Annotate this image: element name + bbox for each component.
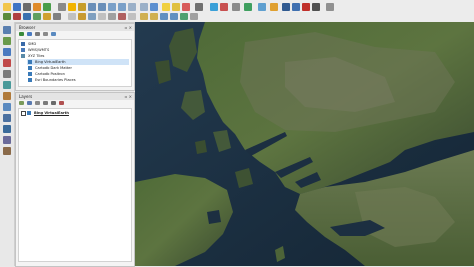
panel-float-close-icon[interactable]: ▫ × bbox=[125, 24, 132, 31]
map-tips-icon[interactable] bbox=[244, 3, 252, 11]
ruler-icon[interactable] bbox=[312, 3, 320, 11]
browser-panel-title: Browser ▫ × bbox=[16, 24, 134, 31]
collapse-all-icon[interactable] bbox=[43, 32, 48, 36]
add-polygon-icon[interactable] bbox=[3, 59, 11, 67]
add-feature-icon[interactable] bbox=[98, 13, 106, 20]
show-bookmarks-icon[interactable] bbox=[270, 3, 278, 11]
text-annotation-icon[interactable] bbox=[282, 3, 290, 11]
new-layer-icon[interactable] bbox=[23, 3, 31, 11]
save-project-icon[interactable] bbox=[13, 3, 21, 11]
layer-checkbox[interactable] bbox=[21, 111, 26, 116]
layers-panel: Layers ▫ × Bing VirtualEarth bbox=[15, 92, 135, 267]
refresh-icon[interactable] bbox=[150, 3, 158, 11]
settings-icon[interactable] bbox=[326, 3, 334, 11]
xyz-tiles-icon bbox=[21, 54, 25, 58]
add-delimited-icon[interactable] bbox=[53, 13, 61, 20]
zoom-layer-icon[interactable] bbox=[118, 3, 126, 11]
layout-icon[interactable] bbox=[33, 3, 41, 11]
move-feature-icon[interactable] bbox=[3, 70, 11, 78]
add-group-icon[interactable] bbox=[27, 101, 32, 105]
vertex-tool-icon[interactable] bbox=[108, 13, 116, 20]
tile-layer-icon bbox=[28, 60, 32, 64]
expand-all-icon[interactable] bbox=[51, 101, 56, 105]
tile-layer-icon bbox=[27, 111, 31, 115]
simplify-icon[interactable] bbox=[3, 92, 11, 100]
browser-panel: Browser ▫ × SMD WMS/WMTS XYZ Tiles Bing … bbox=[15, 23, 135, 91]
select-icon[interactable] bbox=[172, 3, 180, 11]
label-change-icon[interactable] bbox=[170, 13, 178, 20]
diagram-icon[interactable] bbox=[180, 13, 188, 20]
left-tool-column bbox=[0, 22, 15, 266]
python-console-icon[interactable] bbox=[292, 3, 300, 11]
layer-styling-icon[interactable] bbox=[19, 101, 24, 105]
remove-layer-icon[interactable] bbox=[59, 101, 64, 105]
pan-hand-icon[interactable] bbox=[68, 3, 76, 11]
refresh-browser-icon[interactable] bbox=[27, 32, 32, 36]
layers-toolbar bbox=[16, 100, 134, 106]
add-line-icon[interactable] bbox=[3, 48, 11, 56]
delete-ring-icon[interactable] bbox=[3, 136, 11, 144]
delete-part-icon[interactable] bbox=[3, 147, 11, 155]
satellite-map-image bbox=[135, 22, 474, 266]
fill-ring-icon[interactable] bbox=[3, 125, 11, 133]
field-calculator-icon[interactable] bbox=[210, 3, 218, 11]
wms-icon bbox=[21, 48, 25, 52]
zoom-in-icon[interactable] bbox=[88, 3, 96, 11]
zoom-out-icon[interactable] bbox=[98, 3, 106, 11]
filter-legend-icon[interactable] bbox=[43, 101, 48, 105]
add-vector-icon[interactable] bbox=[3, 13, 11, 20]
zoom-last-icon[interactable] bbox=[128, 3, 136, 11]
browser-toolbar bbox=[16, 31, 134, 37]
layer-name: Bing VirtualEarth bbox=[34, 111, 69, 115]
identify-icon[interactable] bbox=[162, 3, 170, 11]
label-show-hide-icon[interactable] bbox=[190, 13, 198, 20]
delete-selected-icon[interactable] bbox=[118, 13, 126, 20]
browser-tree: SMD WMS/WMTS XYZ Tiles Bing VirtualEarth… bbox=[18, 39, 132, 87]
deselect-icon[interactable] bbox=[182, 3, 190, 11]
save-edits-icon[interactable] bbox=[88, 13, 96, 20]
folder-icon bbox=[21, 42, 25, 46]
open-project-icon[interactable] bbox=[3, 3, 11, 11]
add-layer-icon[interactable] bbox=[3, 26, 11, 34]
layers-panel-title: Layers ▫ × bbox=[16, 93, 134, 100]
browser-item-label: Esri Boundaries Places bbox=[35, 78, 76, 82]
sum-icon[interactable] bbox=[302, 3, 310, 11]
add-wms-icon[interactable] bbox=[33, 13, 41, 20]
tile-layer-icon bbox=[28, 72, 32, 76]
add-raster-icon[interactable] bbox=[13, 13, 21, 20]
cut-features-icon[interactable] bbox=[128, 13, 136, 20]
label-rotate-icon[interactable] bbox=[160, 13, 168, 20]
pan-to-selection-icon[interactable] bbox=[78, 3, 86, 11]
undo-icon[interactable] bbox=[58, 3, 66, 11]
digitize-icon[interactable] bbox=[43, 3, 51, 11]
zoom-full-icon[interactable] bbox=[108, 3, 116, 11]
rotate-feature-icon[interactable] bbox=[3, 81, 11, 89]
properties-icon[interactable] bbox=[51, 32, 56, 36]
add-ring-icon[interactable] bbox=[3, 103, 11, 111]
add-point-icon[interactable] bbox=[3, 37, 11, 45]
add-database-icon[interactable] bbox=[23, 13, 31, 20]
layers-title-text: Layers bbox=[19, 94, 33, 99]
tile-layer-icon bbox=[28, 66, 32, 70]
label-icon[interactable] bbox=[140, 13, 148, 20]
measure-icon[interactable] bbox=[232, 3, 240, 11]
filter-browser-icon[interactable] bbox=[35, 32, 40, 36]
add-part-icon[interactable] bbox=[3, 114, 11, 122]
manage-themes-icon[interactable] bbox=[35, 101, 40, 105]
attribute-table-icon[interactable] bbox=[195, 3, 203, 11]
tile-layer-icon bbox=[28, 78, 32, 82]
map-canvas[interactable] bbox=[135, 22, 474, 266]
add-selected-icon[interactable] bbox=[19, 32, 24, 36]
layers-tree: Bing VirtualEarth bbox=[18, 108, 132, 262]
statistics-icon[interactable] bbox=[220, 3, 228, 11]
label-pin-icon[interactable] bbox=[150, 13, 158, 20]
panel-float-close-icon[interactable]: ▫ × bbox=[125, 93, 132, 100]
new-bookmark-icon[interactable] bbox=[258, 3, 266, 11]
browser-title-text: Browser bbox=[19, 25, 36, 30]
edit-pencil-icon[interactable] bbox=[78, 13, 86, 20]
main-toolbar bbox=[0, 0, 474, 23]
add-wfs-icon[interactable] bbox=[43, 13, 51, 20]
toolbar-separator-icon bbox=[68, 13, 76, 20]
zoom-next-icon[interactable] bbox=[140, 3, 148, 11]
